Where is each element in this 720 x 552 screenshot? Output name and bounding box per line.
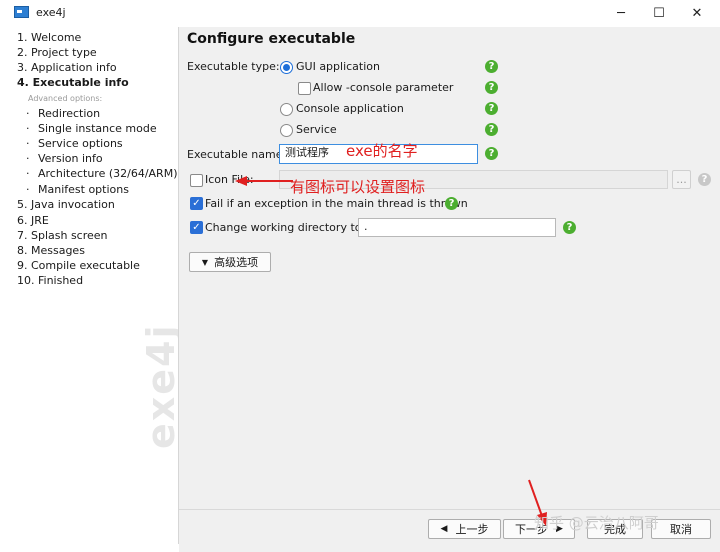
source-watermark: 知乎 @云治八阿哥 — [534, 514, 659, 532]
step-executable-info[interactable]: 4. Executable info — [17, 76, 129, 89]
advanced-options-button[interactable]: ▼ 高级选项 — [189, 252, 271, 272]
help-icon[interactable]: ? — [485, 147, 498, 160]
change-directory-label: Change working directory to: — [205, 221, 366, 234]
step-java-invocation[interactable]: 5. Java invocation — [17, 198, 115, 211]
console-application-radio[interactable] — [280, 103, 293, 116]
change-directory-checkbox[interactable]: ✓ — [190, 221, 203, 234]
service-radio[interactable] — [280, 124, 293, 137]
fail-on-exception-label: Fail if an exception in the main thread … — [205, 197, 468, 210]
maximize-icon[interactable]: ☐ — [644, 3, 674, 23]
annotation-arrow-icon — [235, 176, 293, 186]
step-finished[interactable]: 10. Finished — [17, 274, 83, 287]
step-application-info[interactable]: 3. Application info — [17, 61, 117, 74]
left-arrow-icon: ◀ — [440, 524, 448, 534]
help-icon[interactable]: ? — [485, 123, 498, 136]
close-icon[interactable]: ✕ — [682, 3, 712, 23]
annotation-icon: 有图标可以设置图标 — [290, 178, 426, 196]
substep-version-info[interactable]: · Version info — [26, 152, 103, 165]
help-icon[interactable]: ? — [698, 173, 711, 186]
app-icon — [14, 6, 29, 18]
console-application-label: Console application — [296, 102, 404, 115]
back-button[interactable]: ◀ 上一步 — [428, 519, 501, 539]
help-icon[interactable]: ? — [445, 197, 458, 210]
allow-console-label: Allow -console parameter — [313, 81, 454, 94]
title-bar: exe4j ─ ☐ ✕ — [0, 0, 720, 26]
wizard-steps-sidebar: 1. Welcome 2. Project type 3. Applicatio… — [13, 27, 179, 544]
icon-file-checkbox[interactable] — [190, 174, 203, 187]
step-splash-screen[interactable]: 7. Splash screen — [17, 229, 108, 242]
gui-application-radio[interactable] — [280, 61, 293, 74]
substep-manifest-options[interactable]: · Manifest options — [26, 183, 129, 196]
minimize-icon[interactable]: ─ — [606, 3, 636, 23]
page-title: Configure executable — [187, 31, 356, 47]
advanced-options-label: 高级选项 — [214, 256, 259, 269]
substep-redirection[interactable]: · Redirection — [26, 107, 100, 120]
executable-type-label: Executable type: — [187, 60, 280, 73]
service-label: Service — [296, 123, 337, 136]
help-icon[interactable]: ? — [485, 60, 498, 73]
fail-on-exception-checkbox[interactable]: ✓ — [190, 197, 203, 210]
help-icon[interactable]: ? — [485, 102, 498, 115]
help-icon[interactable]: ? — [485, 81, 498, 94]
help-icon[interactable]: ? — [563, 221, 576, 234]
step-messages[interactable]: 8. Messages — [17, 244, 85, 257]
substep-single-instance-mode[interactable]: · Single instance mode — [26, 122, 157, 135]
dropdown-arrow-icon: ▼ — [201, 257, 209, 267]
working-directory-input[interactable]: . — [358, 218, 556, 237]
window-title: exe4j — [36, 6, 66, 19]
substep-service-options[interactable]: · Service options — [26, 137, 123, 150]
main-panel: Configure executable Executable type: GU… — [179, 27, 720, 509]
step-jre[interactable]: 6. JRE — [17, 214, 49, 227]
step-project-type[interactable]: 2. Project type — [17, 46, 97, 59]
exe4j-watermark-logo: exe4j — [139, 323, 179, 449]
browse-icon-button[interactable]: ... — [672, 170, 691, 189]
executable-name-label: Executable name: — [187, 148, 287, 161]
gui-application-label: GUI application — [296, 60, 380, 73]
advanced-options-caption: Advanced options: — [28, 94, 103, 103]
step-welcome[interactable]: 1. Welcome — [17, 31, 81, 44]
back-label: 上一步 — [455, 523, 489, 536]
substep-architecture[interactable]: · Architecture (32/64/ARM) — [26, 167, 178, 180]
allow-console-checkbox[interactable] — [298, 82, 311, 95]
cancel-button[interactable]: 取消 — [651, 519, 711, 539]
step-compile-executable[interactable]: 9. Compile executable — [17, 259, 140, 272]
annotation-exe-name: exe的名字 — [346, 142, 418, 160]
